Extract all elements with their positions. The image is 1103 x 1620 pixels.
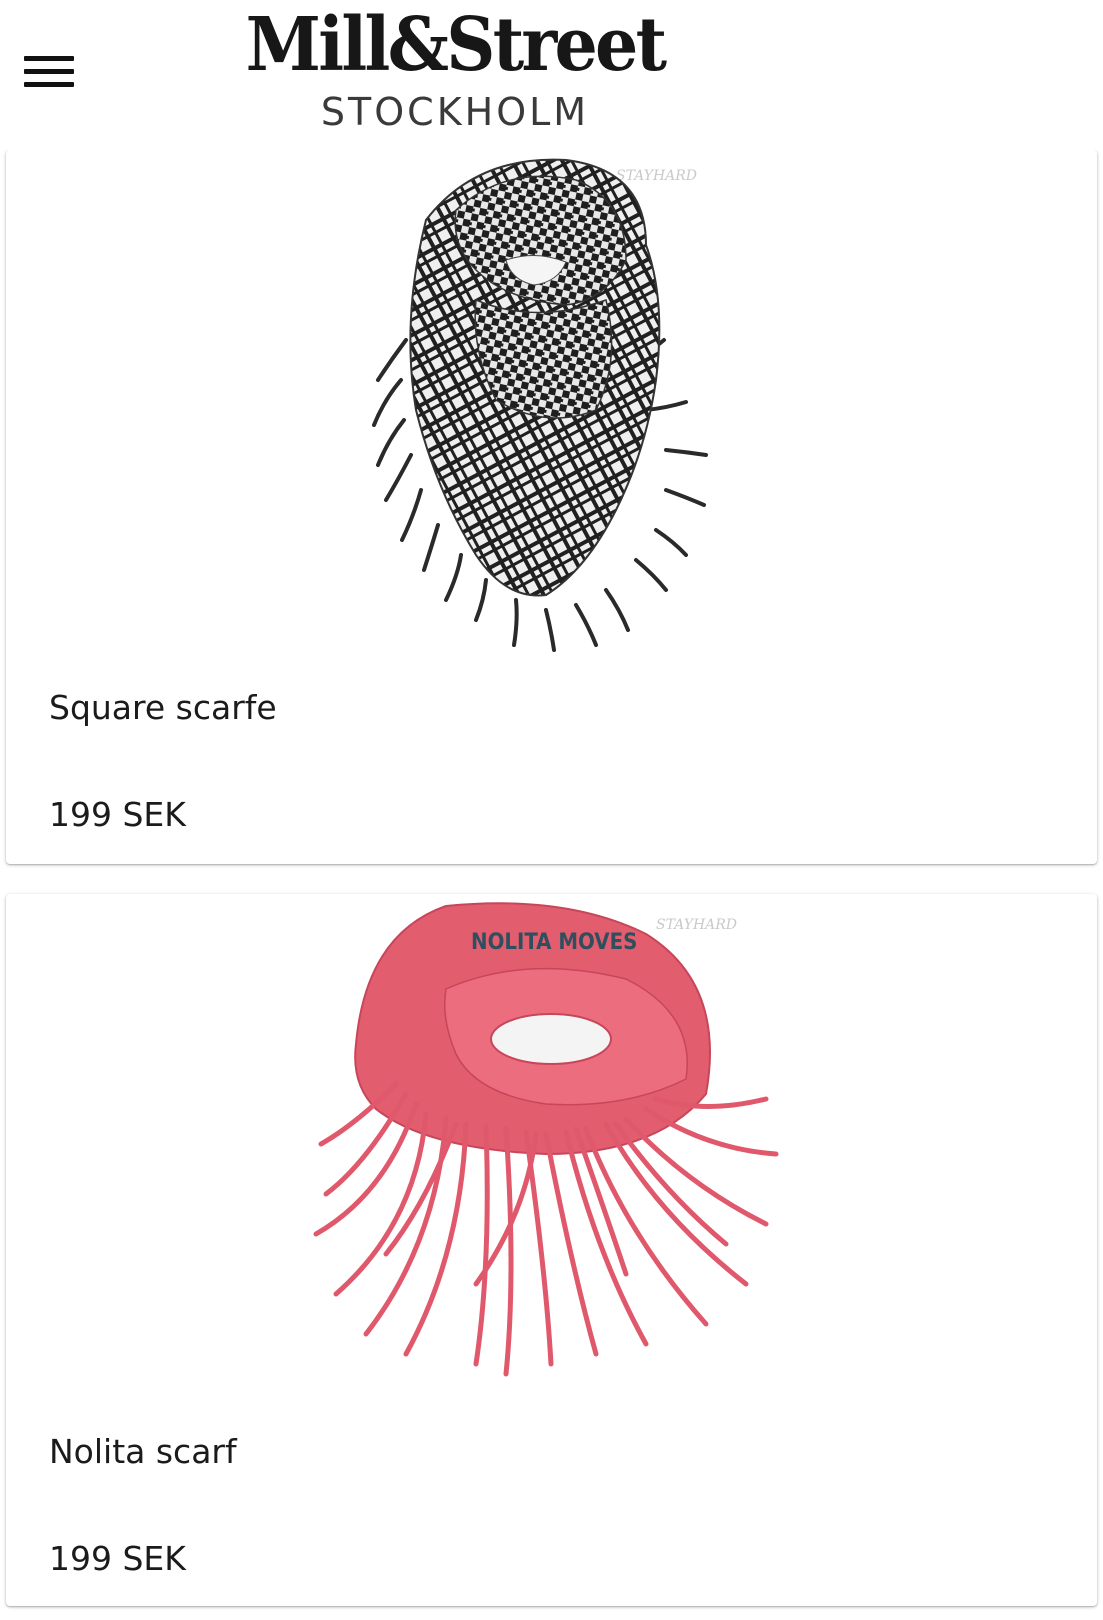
product-image[interactable]: STAYHARD — [6, 150, 1097, 670]
product-price: 199 SEK — [49, 795, 186, 834]
site-header: Mill&Street STOCKHOLM — [0, 0, 1103, 150]
product-title[interactable]: Nolita scarf — [49, 1432, 237, 1471]
pink-fringe-scarf-image: STAYHARD NOLITA MOVES — [313, 902, 779, 1377]
watermark-text: STAYHARD — [656, 917, 737, 933]
product-card[interactable]: STAYHARD NOLITA MOVES Nolita scarf 199 S… — [6, 894, 1097, 1606]
product-price: 199 SEK — [49, 1539, 186, 1578]
watermark-text: STAYHARD — [616, 168, 697, 184]
scarf-print-label: NOLITA MOVES — [471, 930, 637, 955]
site-logo[interactable]: Mill&Street STOCKHOLM — [195, 2, 715, 142]
product-card[interactable]: STAYHARD Square scarfe 199 SEK — [6, 150, 1097, 864]
hamburger-menu-icon[interactable] — [22, 52, 76, 92]
product-image[interactable]: STAYHARD NOLITA MOVES — [6, 894, 1097, 1414]
logo-wordmark: Mill&Street — [245, 2, 667, 88]
logo-subtitle: STOCKHOLM — [320, 90, 590, 134]
product-title[interactable]: Square scarfe — [49, 688, 277, 727]
checkered-scarf-image: STAYHARD — [372, 158, 708, 652]
